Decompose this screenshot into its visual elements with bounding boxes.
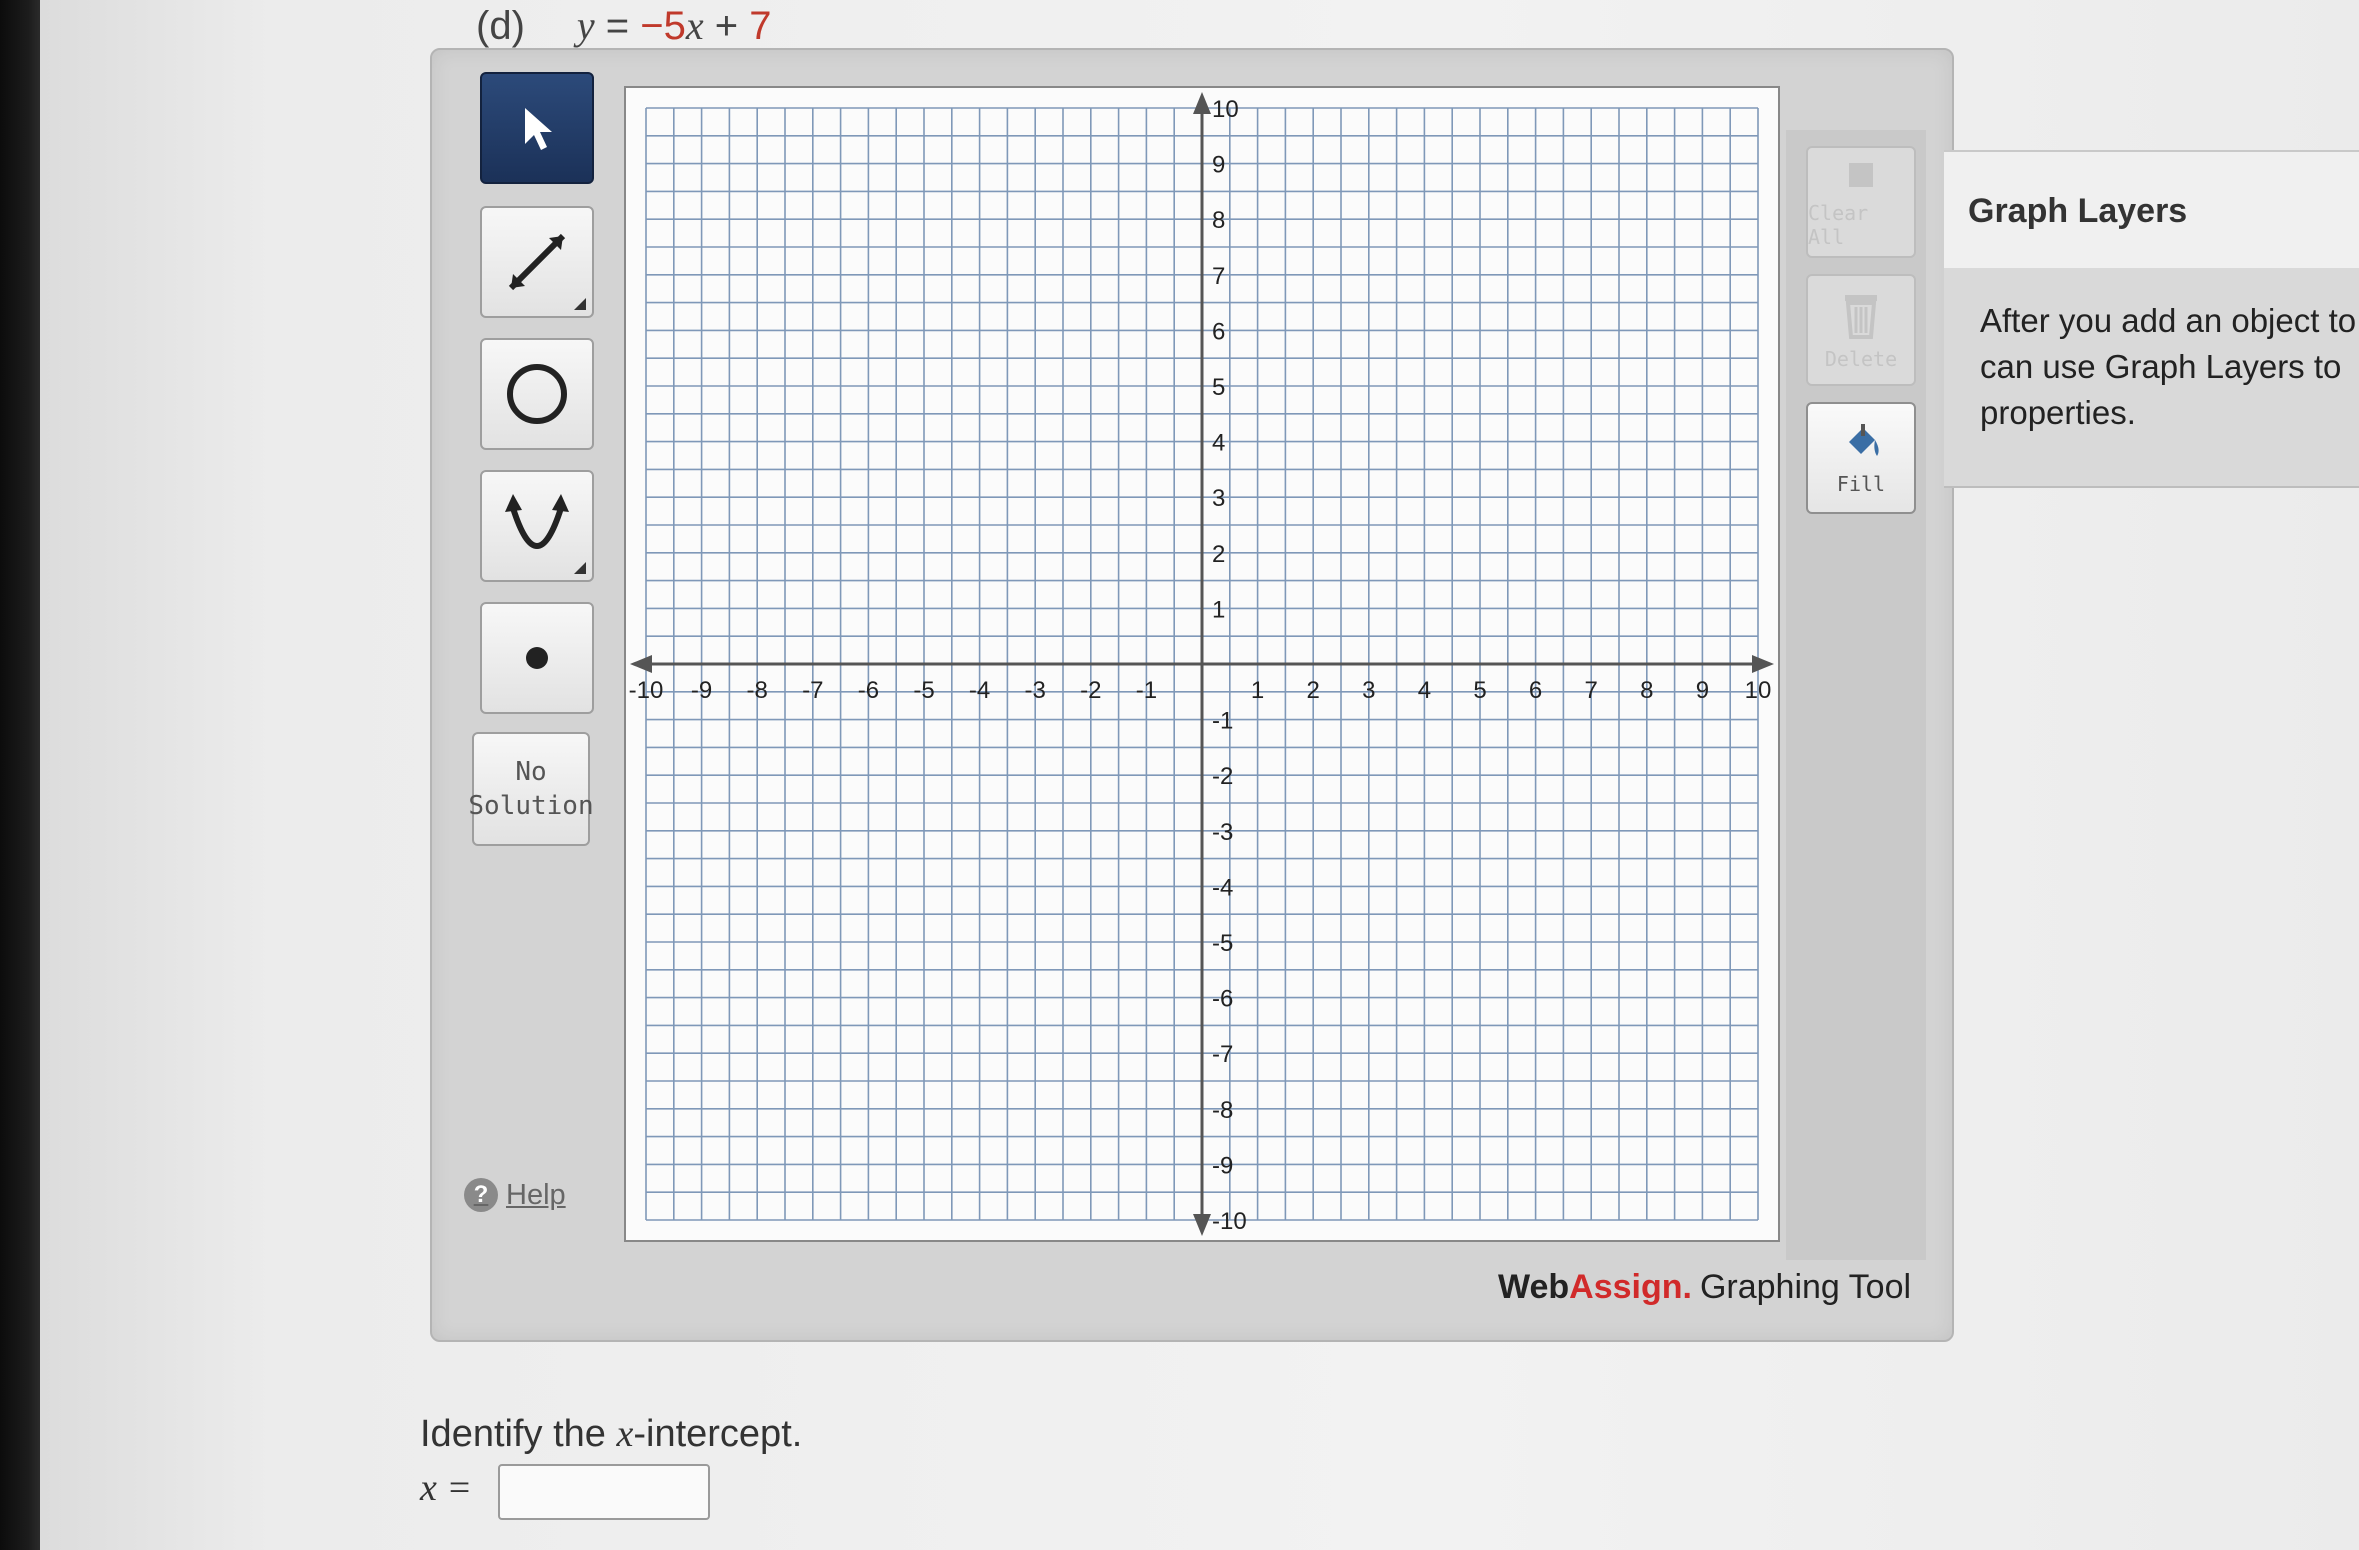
- x-tick-label: 10: [1745, 677, 1772, 704]
- delete-button[interactable]: Delete: [1806, 274, 1916, 386]
- prompt-post: -intercept.: [633, 1413, 803, 1455]
- x-tick-label: -4: [969, 677, 990, 704]
- y-tick-label: -2: [1212, 763, 1233, 790]
- brand-tool: Graphing Tool: [1699, 1268, 1912, 1306]
- eq-equals: =: [594, 4, 641, 48]
- intercept-prompt: Identify the x-intercept.: [420, 1412, 802, 1456]
- submenu-corner-icon: [574, 298, 586, 310]
- x-tick-label: 8: [1640, 677, 1653, 704]
- part-label: (d): [476, 4, 525, 48]
- fill-bucket-icon: [1849, 424, 1879, 456]
- y-tick-label: 7: [1212, 263, 1225, 290]
- prompt-pre: Identify the: [420, 1413, 617, 1455]
- x-tick-label: -7: [802, 677, 823, 704]
- x-tick-label: -10: [629, 677, 664, 704]
- circle-icon: [507, 364, 567, 424]
- x-tick-label: 5: [1473, 677, 1486, 704]
- brand-web: Web: [1498, 1268, 1570, 1306]
- y-tick-label: 10: [1212, 96, 1239, 123]
- eq-plus: +: [703, 4, 750, 48]
- pointer-icon: [525, 108, 552, 150]
- y-tick-label: 4: [1212, 430, 1225, 457]
- x-tick-label: -6: [858, 677, 879, 704]
- y-tick-label: -7: [1212, 1041, 1233, 1068]
- delete-label: Delete: [1824, 347, 1898, 371]
- clear-all-button[interactable]: Clear All: [1806, 146, 1916, 258]
- graph-layers-title: Graph Layers: [1968, 192, 2188, 230]
- x-tick-label: -3: [1025, 677, 1046, 704]
- coordinate-grid[interactable]: -10 -9 -8 -7 -6 -5 -4 -3 -2 -1 1 2 3 4 5 6 7 8 9 10 10 9 8 7 6 5 4…: [624, 86, 1780, 1242]
- fill-label: Fill: [1836, 472, 1886, 496]
- x-tick-label: 1: [1251, 677, 1264, 704]
- x-tick-label: -8: [747, 677, 768, 704]
- brand-dot: .: [1682, 1268, 1692, 1306]
- graph-layers-header[interactable]: Graph Layers: [1944, 150, 2359, 270]
- help-link[interactable]: ? Help: [464, 1178, 566, 1212]
- trash-icon: [1845, 295, 1877, 339]
- x-axis-right-arrow-icon: [1752, 655, 1774, 673]
- y-tick-label: -5: [1212, 930, 1233, 957]
- y-tick-label: 6: [1212, 318, 1225, 345]
- x-tick-label: 2: [1307, 677, 1320, 704]
- y-tick-label: -6: [1212, 986, 1233, 1013]
- clear-icon: [1849, 163, 1873, 187]
- pointer-tool-button[interactable]: [480, 72, 594, 184]
- line-icon: [508, 233, 566, 291]
- x-tick-label: 4: [1418, 677, 1431, 704]
- eq-coef: −5: [640, 4, 686, 48]
- eq-y: y: [576, 3, 595, 48]
- help-icon: ?: [464, 1178, 498, 1212]
- point-tool-button[interactable]: [480, 602, 594, 714]
- question-equation: (d) y = −5x + 7: [476, 2, 771, 49]
- brand-assign: Assign: [1569, 1268, 1683, 1306]
- y-tick-label: -3: [1212, 819, 1233, 846]
- y-tick-label: -1: [1212, 708, 1233, 735]
- y-tick-label: -9: [1212, 1152, 1233, 1179]
- y-axis-up-arrow-icon: [1193, 92, 1211, 114]
- layers-line-2: can use Graph Layers to: [1980, 348, 2342, 385]
- y-tick-label: 2: [1212, 541, 1225, 568]
- parabola-tool-button[interactable]: [480, 470, 594, 582]
- y-tick-label: 1: [1212, 596, 1225, 623]
- parabola-icon: [505, 494, 569, 549]
- point-icon: [526, 647, 548, 669]
- x-tick-label: 3: [1362, 677, 1375, 704]
- screen-bezel: [0, 0, 40, 1550]
- graph-layers-text: After you add an object to can use Graph…: [1980, 298, 2359, 436]
- y-tick-label: 8: [1212, 207, 1225, 234]
- y-axis-down-arrow-icon: [1193, 1214, 1211, 1236]
- x-intercept-input[interactable]: [498, 1464, 710, 1520]
- drawing-toolbar: [462, 72, 594, 1222]
- y-tick-label: -4: [1212, 874, 1233, 901]
- eq-const: 7: [749, 4, 772, 48]
- no-solution-button[interactable]: No Solution: [468, 732, 594, 846]
- layers-line-3: properties.: [1980, 394, 2136, 431]
- x-tick-label: 9: [1696, 677, 1709, 704]
- line-tool-button[interactable]: [480, 206, 594, 318]
- prompt-var: x: [616, 1413, 634, 1455]
- webassign-branding: WebAssign. Graphing Tool: [1498, 1268, 1911, 1307]
- x-tick-label: -1: [1136, 677, 1157, 704]
- grid-svg[interactable]: -10 -9 -8 -7 -6 -5 -4 -3 -2 -1 1 2 3 4 5 6 7 8 9 10 10 9 8 7 6 5 4…: [626, 88, 1778, 1240]
- x-tick-label: -5: [913, 677, 934, 704]
- layers-line-1: After you add an object to: [1980, 302, 2357, 339]
- y-tick-label: -8: [1212, 1097, 1233, 1124]
- x-tick-label: 6: [1529, 677, 1542, 704]
- submenu-corner-icon: [574, 562, 586, 574]
- x-axis-left-arrow-icon: [630, 655, 652, 673]
- help-label: Help: [506, 1178, 566, 1211]
- graph-layers-body: After you add an object to can use Graph…: [1944, 268, 2359, 488]
- x-tick-label: -2: [1080, 677, 1101, 704]
- x-tick-label: -9: [691, 677, 712, 704]
- answer-label: x =: [420, 1467, 473, 1509]
- y-tick-label: 9: [1212, 152, 1225, 179]
- y-tick-label: -10: [1212, 1208, 1247, 1235]
- circle-tool-button[interactable]: [480, 338, 594, 450]
- x-tick-label: 7: [1585, 677, 1598, 704]
- y-tick-label: 5: [1212, 374, 1225, 401]
- fill-button[interactable]: Fill: [1806, 402, 1916, 514]
- eq-x: x: [685, 3, 704, 48]
- y-tick-label: 3: [1212, 485, 1225, 512]
- clear-all-label: Clear All: [1808, 201, 1869, 249]
